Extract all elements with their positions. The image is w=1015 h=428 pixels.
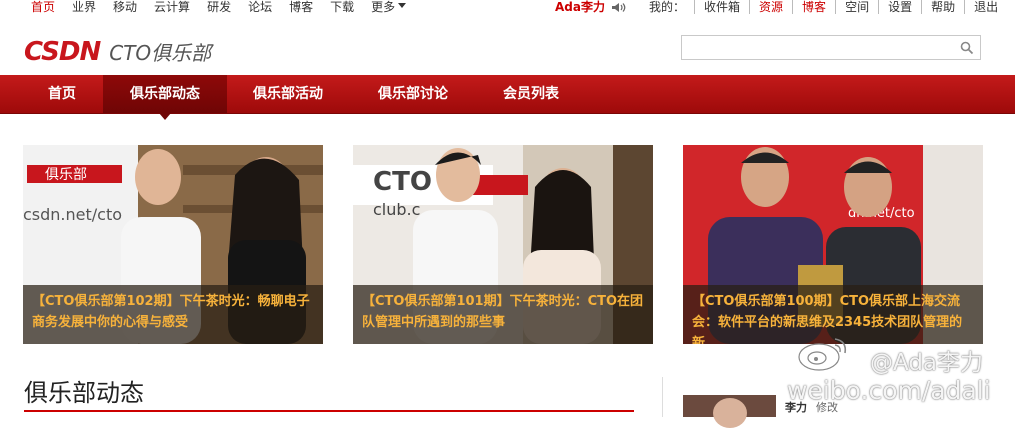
section-divider [24, 410, 634, 412]
nav-club-news[interactable]: 俱乐部动态 [103, 75, 227, 120]
nav-club-news-label: 俱乐部动态 [130, 86, 200, 102]
svg-text:CTO: CTO [373, 167, 432, 197]
watermark-url: weibo.com/adali [787, 376, 991, 405]
slide-card[interactable]: CTO club.c 【CTO俱乐部第101期】下午茶时光：CTO在团队管理中所… [353, 145, 653, 344]
slide-card[interactable]: 俱乐部 csdn.net/cto 【CTO俱乐部第102期】下午茶时光：畅聊电子… [23, 145, 323, 344]
slide-card[interactable]: dn.net/cto 【CTO俱乐部第100期】CTO俱乐部上海交流会：软件平台… [683, 145, 983, 344]
slide-caption[interactable]: 【CTO俱乐部第102期】下午茶时光：畅聊电子商务发展中你的心得与感受 [23, 285, 323, 344]
top-nav-download[interactable]: 下载 [330, 0, 354, 14]
nav-club-discussion[interactable]: 俱乐部讨论 [378, 75, 448, 113]
space-link[interactable]: 空间 [835, 0, 878, 14]
top-nav: 首页 业界 移动 云计算 研发 论坛 博客 下载 更多 [31, 0, 423, 14]
top-nav-mobile[interactable]: 移动 [113, 0, 137, 14]
weibo-logo-icon [798, 338, 847, 371]
username-link[interactable]: Ada李力 [555, 0, 605, 14]
nav-member-list[interactable]: 会员列表 [503, 75, 559, 113]
top-nav-forum[interactable]: 论坛 [248, 0, 272, 14]
svg-text:club.c: club.c [373, 200, 420, 219]
svg-text:csdn.net/cto: csdn.net/cto [23, 205, 122, 224]
top-bar: 首页 业界 移动 云计算 研发 论坛 博客 下载 更多 Ada李力 我的： 收件… [0, 0, 1015, 16]
search-box [681, 35, 981, 61]
blog-link[interactable]: 博客 [792, 0, 835, 14]
speaker-icon[interactable] [611, 2, 627, 13]
slide-caption[interactable]: 【CTO俱乐部第101期】下午茶时光：CTO在团队管理中所遇到的那些事 [353, 285, 653, 344]
member-avatar[interactable] [683, 395, 776, 428]
inbox-link[interactable]: 收件箱 [694, 0, 749, 14]
help-link[interactable]: 帮助 [921, 0, 964, 14]
nav-club-events[interactable]: 俱乐部活动 [253, 75, 323, 113]
cto-club-title: CTO俱乐部 [109, 41, 212, 65]
active-caret-icon [159, 113, 171, 120]
top-nav-industry[interactable]: 业界 [72, 0, 96, 14]
top-nav-home[interactable]: 首页 [31, 0, 55, 14]
settings-link[interactable]: 设置 [878, 0, 921, 14]
top-nav-more[interactable]: 更多 [371, 0, 406, 14]
search-input[interactable] [686, 37, 960, 61]
account-links: 我的： 收件箱 资源 博客 空间 设置 帮助 退出 [649, 0, 1007, 14]
my-label: 我的： [649, 0, 686, 14]
column-divider [662, 377, 663, 417]
resources-link[interactable]: 资源 [749, 0, 792, 14]
top-nav-blog[interactable]: 博客 [289, 0, 313, 14]
site-logo[interactable]: CSDN CTO俱乐部 [24, 37, 211, 67]
csdn-logo-mark: CSDN [24, 37, 101, 67]
search-icon[interactable] [960, 41, 974, 55]
top-nav-cloud[interactable]: 云计算 [154, 0, 190, 14]
top-nav-dev[interactable]: 研发 [207, 0, 231, 14]
section-title: 俱乐部动态 [24, 379, 144, 407]
logout-link[interactable]: 退出 [964, 0, 1007, 14]
main-nav: 首页 俱乐部动态 俱乐部活动 俱乐部讨论 会员列表 [0, 75, 1015, 120]
watermark-handle: @Ada李力 [870, 350, 984, 376]
svg-text:俱乐部: 俱乐部 [45, 167, 87, 183]
nav-home[interactable]: 首页 [48, 75, 76, 113]
